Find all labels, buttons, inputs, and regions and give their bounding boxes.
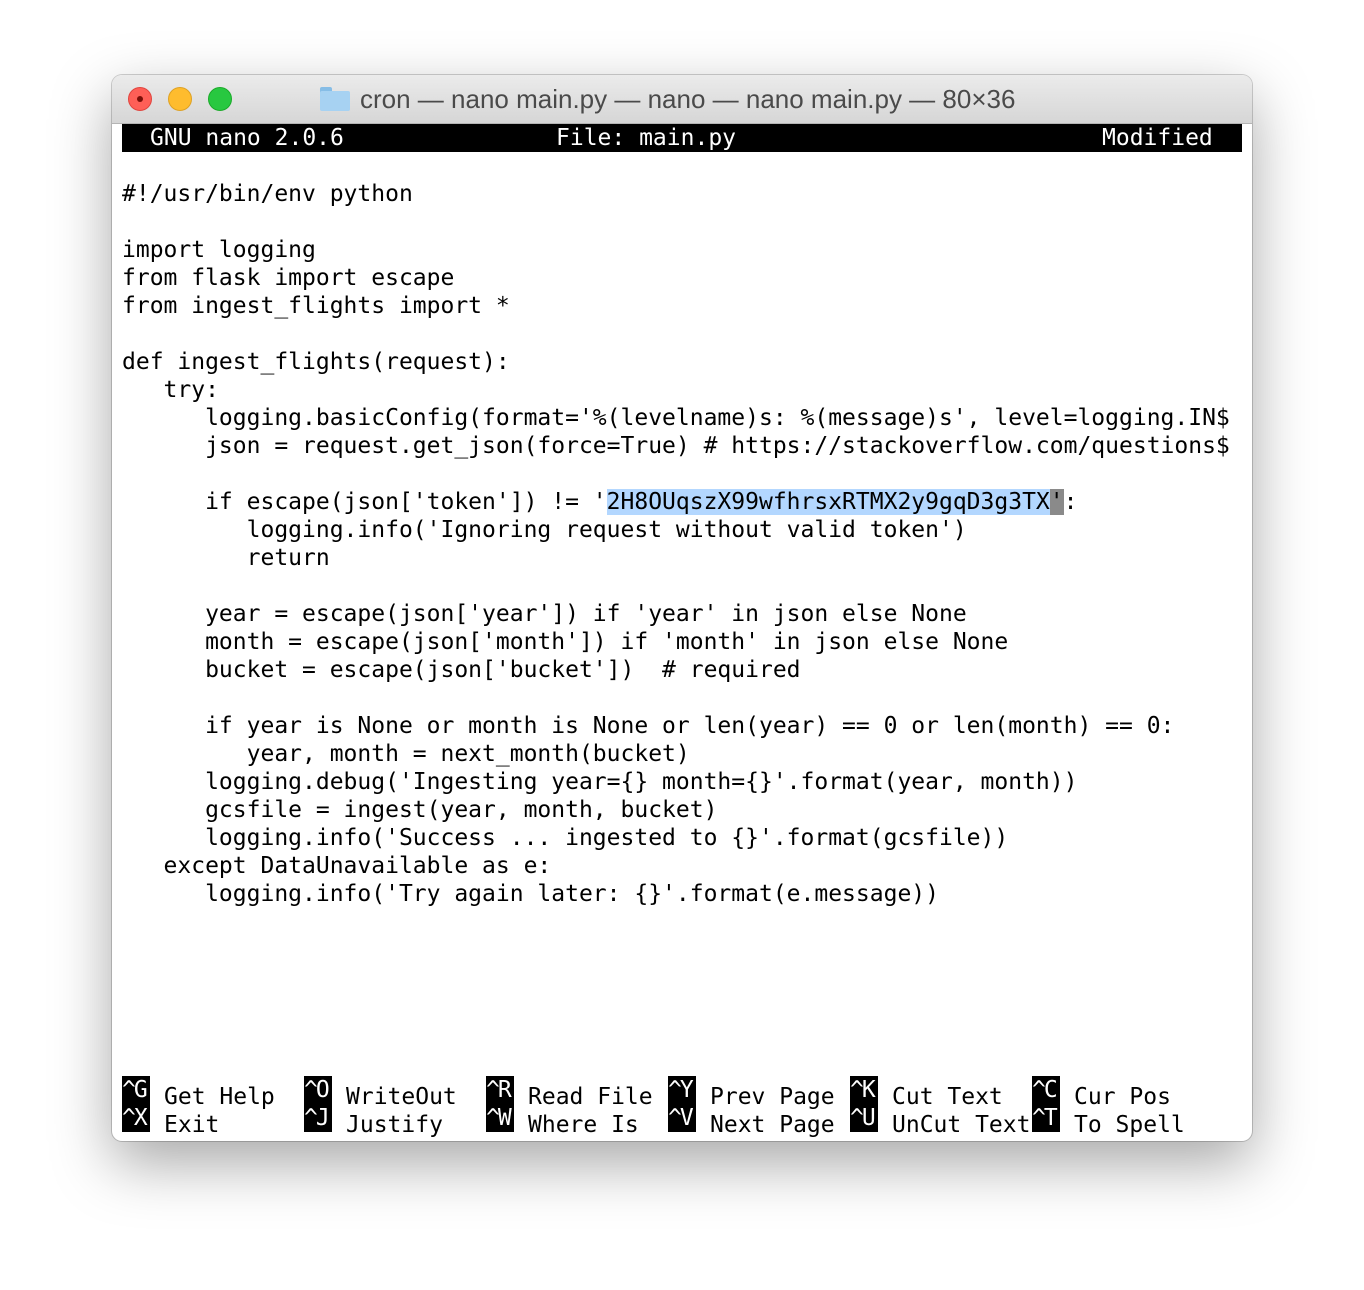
- shortcut-key: ^U: [850, 1104, 878, 1132]
- shortcut-to-spell[interactable]: ^T To Spell: [1032, 1104, 1185, 1138]
- code-line: json = request.get_json(force=True) # ht…: [122, 433, 1230, 459]
- shortcut-label: Where Is: [528, 1112, 639, 1138]
- code-line: return: [122, 545, 330, 571]
- terminal-window: cron — nano main.py — nano — nano main.p…: [112, 75, 1252, 1141]
- code-line: logging.info('Try again later: {}'.forma…: [122, 881, 939, 907]
- code-editor[interactable]: #!/usr/bin/env python import logging from …: [122, 180, 1230, 908]
- shortcut-key: ^X: [122, 1104, 150, 1132]
- code-line: month = escape(json['month']) if 'month'…: [122, 629, 1009, 655]
- shortcut-key: ^Y: [668, 1076, 696, 1104]
- code-line: try:: [122, 377, 219, 403]
- shortcut-cur-pos[interactable]: ^C Cur Pos: [1032, 1076, 1171, 1110]
- shortcut-label: Exit: [164, 1112, 220, 1138]
- shortcut-prev-page[interactable]: ^Y Prev Page: [668, 1076, 835, 1110]
- code-line: logging.info('Success ... ingested to {}…: [122, 825, 1009, 851]
- code-line: if year is None or month is None or len(…: [122, 713, 1175, 739]
- close-icon: [137, 96, 143, 102]
- shortcut-key: ^G: [122, 1076, 150, 1104]
- shortcut-key: ^R: [486, 1076, 514, 1104]
- code-line: import logging: [122, 237, 316, 263]
- shortcut-key: ^O: [304, 1076, 332, 1104]
- code-line: def ingest_flights(request):: [122, 349, 510, 375]
- shortcut-exit[interactable]: ^X Exit: [122, 1104, 219, 1138]
- window-title-text: cron — nano main.py — nano — nano main.p…: [360, 83, 1016, 114]
- code-text: :: [1063, 489, 1078, 515]
- code-line: logging.basicConfig(format='%(levelname)…: [122, 405, 1230, 431]
- terminal-content[interactable]: GNU nano 2.0.6 File: main.py Modified #!…: [122, 124, 1242, 1141]
- shortcut-label: UnCut Text: [892, 1112, 1031, 1138]
- shortcut-where-is[interactable]: ^W Where Is: [486, 1104, 639, 1138]
- code-line: gcsfile = ingest(year, month, bucket): [122, 797, 718, 823]
- code-line: except DataUnavailable as e:: [122, 853, 552, 879]
- close-button[interactable]: [128, 87, 152, 111]
- nano-filename: File: main.py: [556, 125, 737, 151]
- minimize-button[interactable]: [168, 87, 192, 111]
- shortcut-key: ^K: [850, 1076, 878, 1104]
- code-line: year, month = next_month(bucket): [122, 741, 690, 767]
- code-line: year = escape(json['year']) if 'year' in…: [122, 601, 967, 627]
- shortcut-cut-text[interactable]: ^K Cut Text: [850, 1076, 1003, 1110]
- selected-token-text[interactable]: 2H8OUqszX99wfhrsxRTMX2y9gqD3g3TX: [606, 489, 1050, 515]
- code-text: if escape(json['token']) != ': [122, 489, 607, 515]
- code-line: logging.info('Ignoring request without v…: [122, 517, 967, 543]
- shortcut-label: To Spell: [1074, 1112, 1185, 1138]
- title-bar[interactable]: cron — nano main.py — nano — nano main.p…: [112, 75, 1252, 124]
- code-line: logging.debug('Ingesting year={} month={…: [122, 769, 1078, 795]
- code-line: bucket = escape(json['bucket']) # requir…: [122, 657, 801, 683]
- shortcut-read-file[interactable]: ^R Read File: [486, 1076, 653, 1110]
- code-line: if escape(json['token']) != '2H8OUqszX99…: [122, 488, 1230, 516]
- shortcut-writeout[interactable]: ^O WriteOut: [304, 1076, 457, 1110]
- shortcut-key: ^J: [304, 1104, 332, 1132]
- nano-version: GNU nano 2.0.6: [150, 125, 344, 151]
- nano-modified-state: Modified: [1102, 125, 1213, 151]
- shortcut-label: Next Page: [710, 1112, 835, 1138]
- shortcut-get-help[interactable]: ^G Get Help: [122, 1076, 275, 1110]
- code-line: #!/usr/bin/env python: [122, 181, 413, 207]
- window-title: cron — nano main.py — nano — nano main.p…: [320, 84, 1015, 114]
- shortcut-uncut-text[interactable]: ^U UnCut Text: [850, 1104, 1030, 1138]
- code-line: from ingest_flights import *: [122, 293, 510, 319]
- shortcut-label: Justify: [346, 1112, 443, 1138]
- nano-status-bar: GNU nano 2.0.6 File: main.py Modified: [122, 124, 1242, 152]
- shortcut-justify[interactable]: ^J Justify: [304, 1104, 443, 1138]
- shortcut-key: ^W: [486, 1104, 514, 1132]
- text-cursor: ': [1049, 489, 1064, 515]
- shortcut-next-page[interactable]: ^V Next Page: [668, 1104, 835, 1138]
- shortcut-key: ^C: [1032, 1076, 1060, 1104]
- maximize-button[interactable]: [208, 87, 232, 111]
- folder-icon: [320, 87, 350, 111]
- shortcut-key: ^V: [668, 1104, 696, 1132]
- shortcut-key: ^T: [1032, 1104, 1060, 1132]
- code-line: from flask import escape: [122, 265, 455, 291]
